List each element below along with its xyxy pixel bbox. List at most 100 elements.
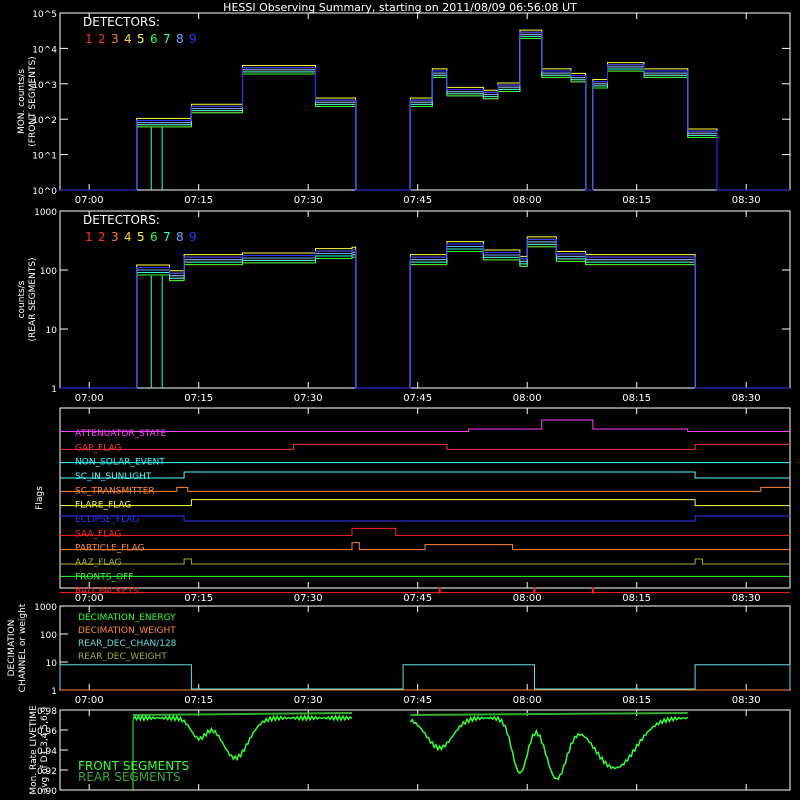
rear-legend-entry-4: 4 (124, 230, 132, 244)
flags-x-tick-label: 08:15 (622, 593, 651, 604)
front-series-detector-7 (60, 35, 790, 191)
front-legend-entry-5: 5 (137, 32, 145, 46)
decimation-x-tick-label: 08:30 (732, 695, 761, 706)
decimation-y-tick-label: 10 (46, 659, 58, 669)
rear-legend-entry-9: 9 (189, 230, 197, 244)
front-legend-entry-7: 7 (163, 32, 171, 46)
front-legend-entry-4: 4 (124, 32, 132, 46)
flag-trace-9 (60, 558, 790, 565)
rear-legend-entry-6: 6 (150, 230, 158, 244)
front-legend-title: DETECTORS: (83, 15, 160, 29)
rear-x-tick-label: 07:45 (403, 393, 432, 404)
livetime-rear-trace (410, 712, 688, 716)
rear-legend-title: DETECTORS: (83, 213, 160, 227)
livetime-front-trace-2 (409, 715, 689, 781)
figure-title: HESSI Observing Summary, starting on 201… (223, 1, 577, 14)
rear-x-tick-label: 08:00 (513, 393, 542, 404)
rear-y-tick-label: 1 (51, 385, 57, 395)
rear-x-tick-label: 07:30 (294, 393, 323, 404)
front-series-detector-9 (60, 31, 790, 191)
front-x-tick-label: 07:30 (294, 195, 323, 206)
decimation-y-tick-label: 100 (40, 631, 57, 641)
decimation-x-tick-label: 07:15 (184, 695, 213, 706)
front-x-tick-label: 07:00 (75, 195, 104, 206)
rear-legend-entry-2: 2 (98, 230, 106, 244)
flags-x-tick-label: 07:15 (184, 593, 213, 604)
flags-x-tick-label: 08:00 (513, 593, 542, 604)
front-x-tick-label: 07:45 (403, 195, 432, 206)
front-legend-entry-1: 1 (85, 32, 93, 46)
front-legend-entry-9: 9 (189, 32, 197, 46)
front-x-tick-label: 08:15 (622, 195, 651, 206)
decimation-legend-1: DECIMATION_WEIGHT (78, 626, 176, 636)
rear-y-tick-label: 10 (46, 326, 58, 336)
livetime-rear-trace (132, 712, 353, 716)
rear-series-detector-8 (60, 241, 790, 389)
front-y-tick-label: 10^4 (32, 45, 57, 55)
flag-label-11: BAD_PACKETS (75, 587, 139, 597)
flag-trace-5 (60, 499, 790, 507)
front-y-tick-label: 10^5 (32, 10, 57, 20)
livetime-ylabel-2: avg of D1,3,4,5,6,9 (40, 706, 50, 793)
front-series-detector-4 (60, 31, 790, 191)
rear-y-tick-label: 100 (40, 267, 57, 277)
flag-trace-8 (60, 542, 790, 551)
rear-legend-entry-7: 7 (163, 230, 171, 244)
decimation-x-tick-label: 07:45 (403, 695, 432, 706)
rear-legend-entry-5: 5 (137, 230, 145, 244)
flags-panel-frame (59, 407, 791, 589)
front-ylabel-2: (FRONT SEGMENTS) (28, 56, 38, 146)
decimation-rear-chan-trace (59, 664, 791, 690)
decimation-ylabel-2: CHANNEL or weight (18, 603, 28, 692)
decimation-legend-0: DECIMATION_ENERGY (78, 613, 176, 623)
rear-ylabel-1: counts/s (17, 280, 27, 318)
rear-legend-entry-3: 3 (111, 230, 119, 244)
livetime-legend-1: REAR SEGMENTS (78, 770, 181, 784)
rear-x-tick-label: 07:15 (184, 393, 213, 404)
flag-trace-3 (60, 471, 790, 479)
front-x-tick-label: 07:15 (184, 195, 213, 206)
flag-label-1: GAP_FLAG (75, 443, 121, 453)
rear-legend-entry-1: 1 (85, 230, 93, 244)
front-legend-entry-2: 2 (98, 32, 106, 46)
decimation-x-tick-label: 08:15 (622, 695, 651, 706)
front-series-detector-1 (60, 38, 790, 191)
flag-trace-1 (60, 443, 790, 450)
livetime-ylabel-1: Mon. Rate LIVETIME (29, 705, 39, 795)
figure-canvas: HESSI Observing Summary, starting on 201… (7, 1, 791, 797)
rear-series-detector-3 (60, 241, 790, 389)
front-series-detector-8 (60, 33, 790, 191)
decimation-y-tick-label: 1 (51, 687, 57, 697)
flag-trace-4 (60, 486, 790, 492)
rear-x-tick-label: 07:00 (75, 393, 104, 404)
decimation-ylabel-1: DECIMATION (7, 620, 17, 677)
flag-trace-6 (60, 515, 790, 522)
flag-label-9: AAZ_FLAG (75, 558, 122, 568)
front-legend-entry-6: 6 (150, 32, 158, 46)
front-legend-entry-8: 8 (176, 32, 184, 46)
flags-x-tick-label: 07:30 (294, 593, 323, 604)
front-x-tick-label: 08:30 (732, 195, 761, 206)
flag-trace-0 (60, 419, 790, 432)
rear-x-tick-label: 08:30 (732, 393, 761, 404)
decimation-legend-2: REAR_DEC_CHAN/128 (78, 639, 177, 649)
flags-x-tick-label: 07:45 (403, 593, 432, 604)
flags-ylabel: Flags (35, 486, 45, 510)
front-x-tick-label: 08:00 (513, 195, 542, 206)
front-series-detector-2 (60, 35, 790, 191)
decimation-x-tick-label: 07:30 (294, 695, 323, 706)
front-series-detector-5 (60, 29, 790, 191)
flag-label-3: SC_IN_SUNLIGHT (75, 472, 152, 482)
rear-legend-entry-8: 8 (176, 230, 184, 244)
decimation-x-tick-label: 08:00 (513, 695, 542, 706)
rear-x-tick-label: 08:15 (622, 393, 651, 404)
front-ylabel-1: MON. counts/s (17, 69, 27, 134)
decimation-y-tick-label: 1000 (34, 603, 57, 613)
front-legend-entry-3: 3 (111, 32, 119, 46)
front-y-tick-label: 10^0 (32, 187, 57, 197)
decimation-x-tick-label: 07:00 (75, 695, 104, 706)
rear-y-tick-label: 1000 (34, 208, 57, 218)
front-series-detector-6 (60, 38, 790, 191)
rear-ylabel-2: (REAR SEGMENTS) (28, 257, 38, 341)
front-y-tick-label: 10^1 (32, 152, 57, 162)
